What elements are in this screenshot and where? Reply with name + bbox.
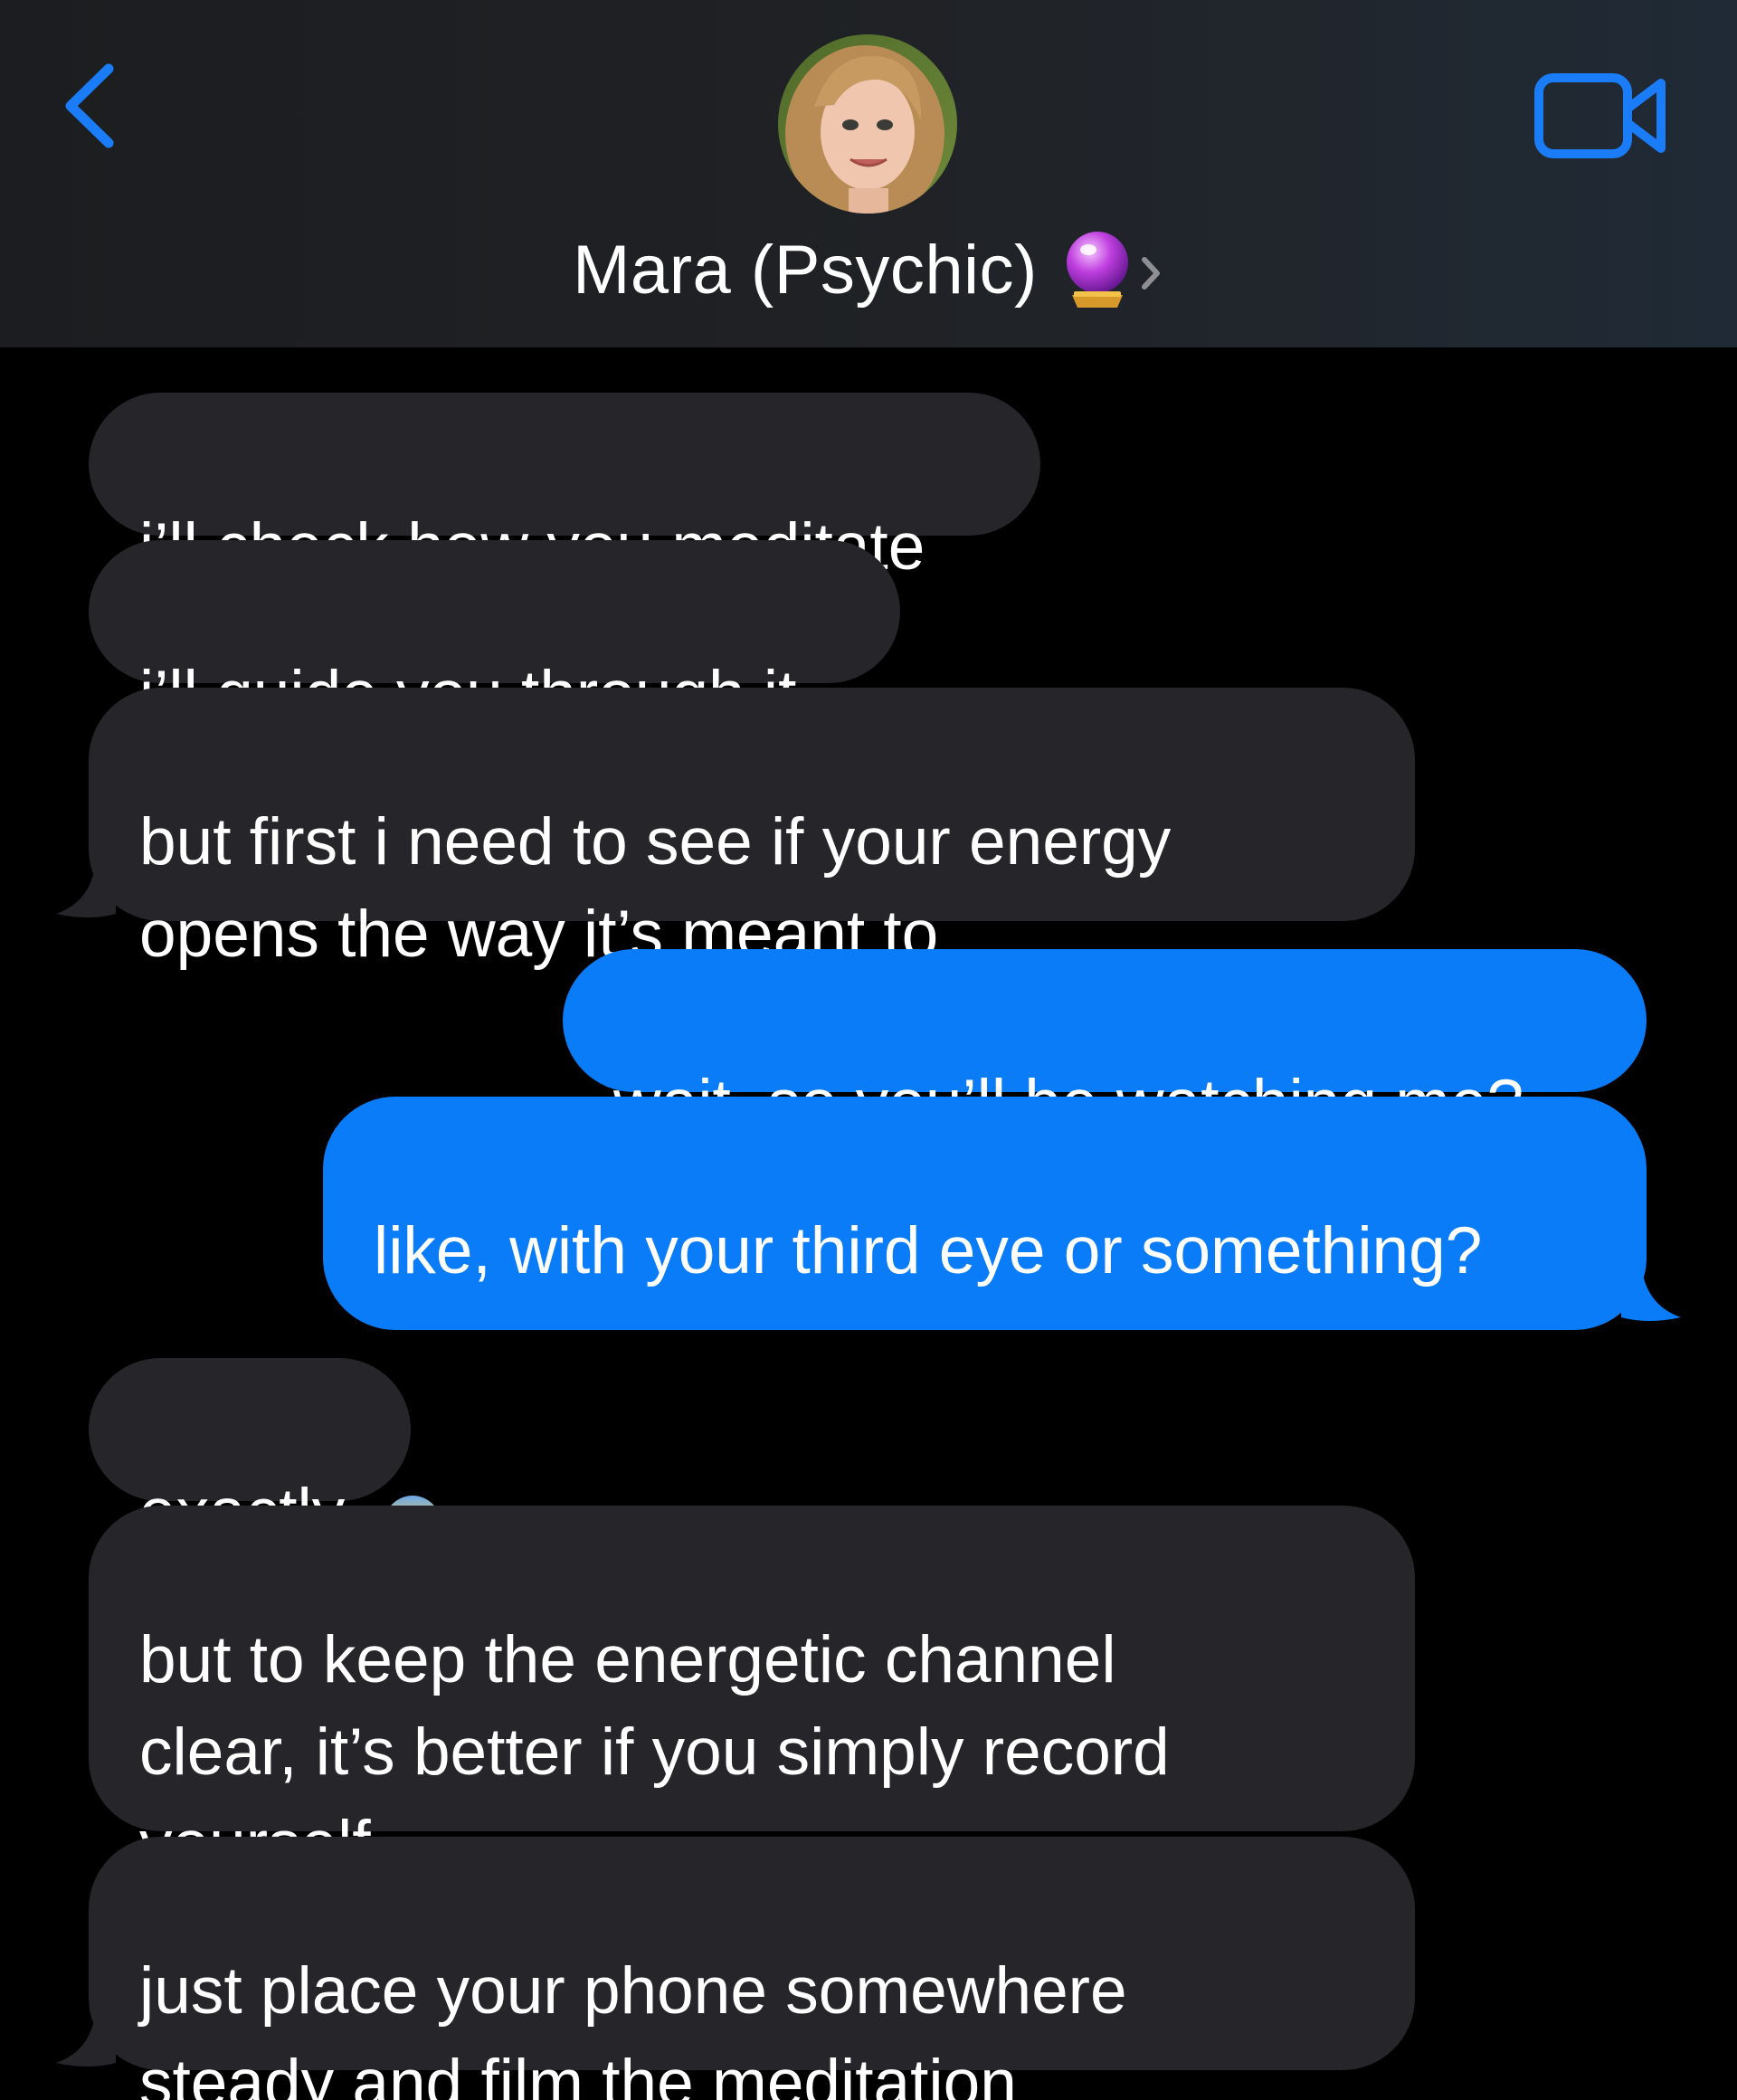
message-text: but first i need to see if your energy o… <box>139 805 1172 971</box>
message-text: just place your phone somewhere steady a… <box>139 1954 1127 2100</box>
back-button[interactable] <box>54 56 127 156</box>
message-bubble-incoming[interactable]: but first i need to see if your energy o… <box>89 688 1415 971</box>
message-bubble-outgoing[interactable]: like, with your third eye or something? <box>323 1097 1647 1568</box>
message-text: like, with your third eye or something? <box>374 1214 1483 1288</box>
messages-screen: Mara (Psychic) but first i need to see i… <box>0 0 1737 2100</box>
message-bubble-incoming[interactable]: but to keep the energetic channel clear,… <box>89 1506 1415 1881</box>
crystal-ball-icon <box>1061 228 1134 311</box>
message-bubble-outgoing[interactable]: wait, so you’ll be watching me? <box>563 949 1647 1140</box>
message-bubble-incoming[interactable]: i’ll guide you through it <box>89 540 900 731</box>
message-bubble-incoming[interactable]: i’ll check how you meditate <box>89 393 1040 584</box>
contact-name: Mara (Psychic) <box>573 231 1038 309</box>
chevron-left-icon <box>65 63 114 148</box>
video-camera-icon <box>1534 73 1666 158</box>
avatar[interactable] <box>778 34 957 214</box>
message-bubble-incoming[interactable]: just place your phone somewhere steady a… <box>89 1837 1415 2100</box>
chevron-right-icon <box>1137 251 1164 296</box>
contact-photo <box>778 34 957 214</box>
contact-details-button[interactable]: Mara (Psychic) <box>0 224 1737 315</box>
conversation-header: Mara (Psychic) <box>0 0 1737 347</box>
message-bubble-incoming[interactable]: exactly <box>89 1358 411 1549</box>
video-call-button[interactable] <box>1534 71 1670 161</box>
